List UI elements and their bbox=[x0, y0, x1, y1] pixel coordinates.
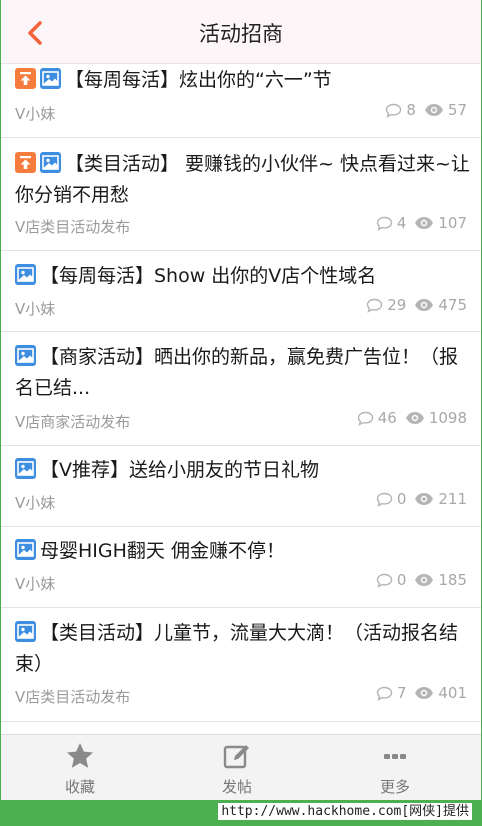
post-title: 【每周每活】Show 出你的V店个性域名 bbox=[15, 261, 471, 292]
post-stats: 0 211 bbox=[368, 490, 467, 508]
comment-icon bbox=[376, 686, 393, 701]
star-icon bbox=[67, 743, 93, 768]
tab-more-label: 更多 bbox=[379, 778, 410, 796]
list-item[interactable]: 【类目活动】儿童节，流量大大滴！（活动报名结束） V店类目活动发布 7 401 bbox=[1, 608, 481, 722]
edit-icon bbox=[223, 745, 249, 769]
list-item[interactable]: 【每周每活】Show 出你的V店个性域名 V小妹 29 475 bbox=[1, 251, 481, 332]
view-count: 1098 bbox=[405, 409, 467, 427]
post-title-text: 母婴HIGH翻天 佣金赚不停！ bbox=[40, 540, 285, 562]
app-window: 活动招商 【每周每活】炫出你的“六一”节 V小妹 8 57 【类目活动】 要赚钱… bbox=[1, 0, 481, 800]
view-count: 57 bbox=[424, 101, 467, 119]
eye-icon bbox=[415, 299, 434, 311]
comment-icon bbox=[376, 573, 393, 588]
comment-count: 29 bbox=[366, 296, 406, 314]
post-title: 母婴HIGH翻天 佣金赚不停！ bbox=[15, 536, 471, 567]
post-author: V小妹 bbox=[15, 575, 56, 593]
eye-icon bbox=[415, 217, 434, 229]
post-title-text: 【类目活动】 要赚钱的小伙伴~ 快点看过来~让你分销不用愁 bbox=[15, 153, 470, 206]
comment-icon bbox=[376, 492, 393, 507]
comment-count: 0 bbox=[376, 571, 406, 589]
post-title: 【商家活动】晒出你的新品，赢免费广告位！（报名已结... bbox=[15, 342, 471, 404]
list-item[interactable]: 母婴HIGH翻天 佣金赚不停！ V小妹 0 185 bbox=[1, 527, 481, 608]
tab-favorites-label: 收藏 bbox=[64, 778, 95, 796]
post-title-text: 【每周每活】炫出你的“六一”节 bbox=[65, 69, 332, 91]
view-count: 401 bbox=[414, 684, 467, 702]
image-icon bbox=[15, 345, 36, 366]
post-list[interactable]: 【每周每活】炫出你的“六一”节 V小妹 8 57 【类目活动】 要赚钱的小伙伴~… bbox=[1, 64, 481, 733]
post-title: 【类目活动】儿童节，流量大大滴！（活动报名结束） bbox=[15, 618, 471, 680]
post-title: 【V推荐】送给小朋友的节日礼物 bbox=[15, 455, 471, 486]
image-icon bbox=[15, 264, 36, 285]
tab-post[interactable]: 发帖 bbox=[177, 735, 297, 800]
eye-icon bbox=[415, 493, 434, 505]
post-title-text: 【商家活动】晒出你的新品，赢免费广告位！（报名已结... bbox=[15, 346, 459, 399]
pin-top-icon bbox=[15, 152, 36, 173]
comment-icon bbox=[367, 298, 383, 313]
post-author: V店商家活动发布 bbox=[15, 413, 131, 431]
post-author: V小妹 bbox=[15, 105, 56, 123]
view-count: 185 bbox=[414, 571, 467, 589]
image-icon bbox=[15, 458, 36, 479]
post-title-text: 【类目活动】儿童节，流量大大滴！（活动报名结束） bbox=[15, 622, 459, 675]
eye-icon bbox=[415, 687, 434, 699]
watermark-bar: http://www.hackhome.com[网侠]提供 bbox=[0, 800, 482, 826]
post-title-text: 【V推荐】送给小朋友的节日礼物 bbox=[40, 459, 319, 481]
view-count: 107 bbox=[414, 214, 467, 232]
post-author: V店类目活动发布 bbox=[15, 688, 131, 706]
watermark-url: http://www.hackhome.com bbox=[221, 804, 402, 819]
post-author: V小妹 bbox=[15, 494, 56, 512]
post-title: 【每周每活】炫出你的“六一”节 bbox=[15, 65, 471, 96]
image-icon bbox=[15, 621, 36, 642]
post-stats: 8 57 bbox=[377, 101, 467, 119]
post-stats: 4 107 bbox=[368, 214, 467, 232]
eye-icon bbox=[405, 412, 424, 424]
tab-favorites[interactable]: 收藏 bbox=[20, 735, 140, 800]
list-item[interactable]: 【V推荐】送给小朋友的节日礼物 V小妹 0 211 bbox=[1, 446, 481, 527]
post-stats: 29 475 bbox=[358, 296, 467, 314]
image-icon bbox=[15, 539, 36, 560]
header-bar: 活动招商 bbox=[1, 0, 481, 64]
comment-icon bbox=[357, 411, 373, 426]
post-stats: 46 1098 bbox=[349, 409, 467, 427]
comment-icon bbox=[386, 103, 402, 118]
image-icon bbox=[40, 68, 61, 89]
more-dots-icon bbox=[384, 754, 406, 759]
view-count: 211 bbox=[414, 490, 467, 508]
post-author: V店类目活动发布 bbox=[15, 218, 131, 236]
post-stats: 0 185 bbox=[368, 571, 467, 589]
pin-top-icon bbox=[15, 68, 36, 89]
eye-icon bbox=[424, 104, 443, 116]
comment-count: 7 bbox=[376, 684, 406, 702]
post-author: V小妹 bbox=[15, 300, 56, 318]
tab-post-label: 发帖 bbox=[221, 778, 252, 796]
post-title: 【类目活动】 要赚钱的小伙伴~ 快点看过来~让你分销不用愁 bbox=[15, 149, 471, 211]
watermark-text: http://www.hackhome.com[网侠]提供 bbox=[218, 803, 472, 820]
image-icon bbox=[40, 152, 61, 173]
post-title-text: 【每周每活】Show 出你的V店个性域名 bbox=[40, 265, 377, 287]
tab-more[interactable]: 更多 bbox=[335, 735, 455, 800]
eye-icon bbox=[415, 574, 434, 586]
page-title: 活动招商 bbox=[199, 22, 283, 46]
list-item[interactable]: 【商家活动】晒出你的新品，赢免费广告位！（报名已结... V店商家活动发布 46… bbox=[1, 332, 481, 446]
view-count: 475 bbox=[414, 296, 467, 314]
bottom-tab-bar: 收藏 发帖 更多 bbox=[1, 734, 481, 800]
comment-icon bbox=[376, 216, 393, 231]
list-item[interactable]: 【每周每活】炫出你的“六一”节 V小妹 8 57 bbox=[1, 64, 481, 138]
watermark-credit: [网侠]提供 bbox=[401, 804, 469, 819]
comment-count: 0 bbox=[376, 490, 406, 508]
post-stats: 7 401 bbox=[368, 684, 467, 702]
list-item[interactable]: 【类目活动】 要赚钱的小伙伴~ 快点看过来~让你分销不用愁 V店类目活动发布 4… bbox=[1, 138, 481, 251]
comment-count: 8 bbox=[385, 101, 416, 119]
comment-count: 46 bbox=[357, 409, 397, 427]
comment-count: 4 bbox=[376, 214, 406, 232]
